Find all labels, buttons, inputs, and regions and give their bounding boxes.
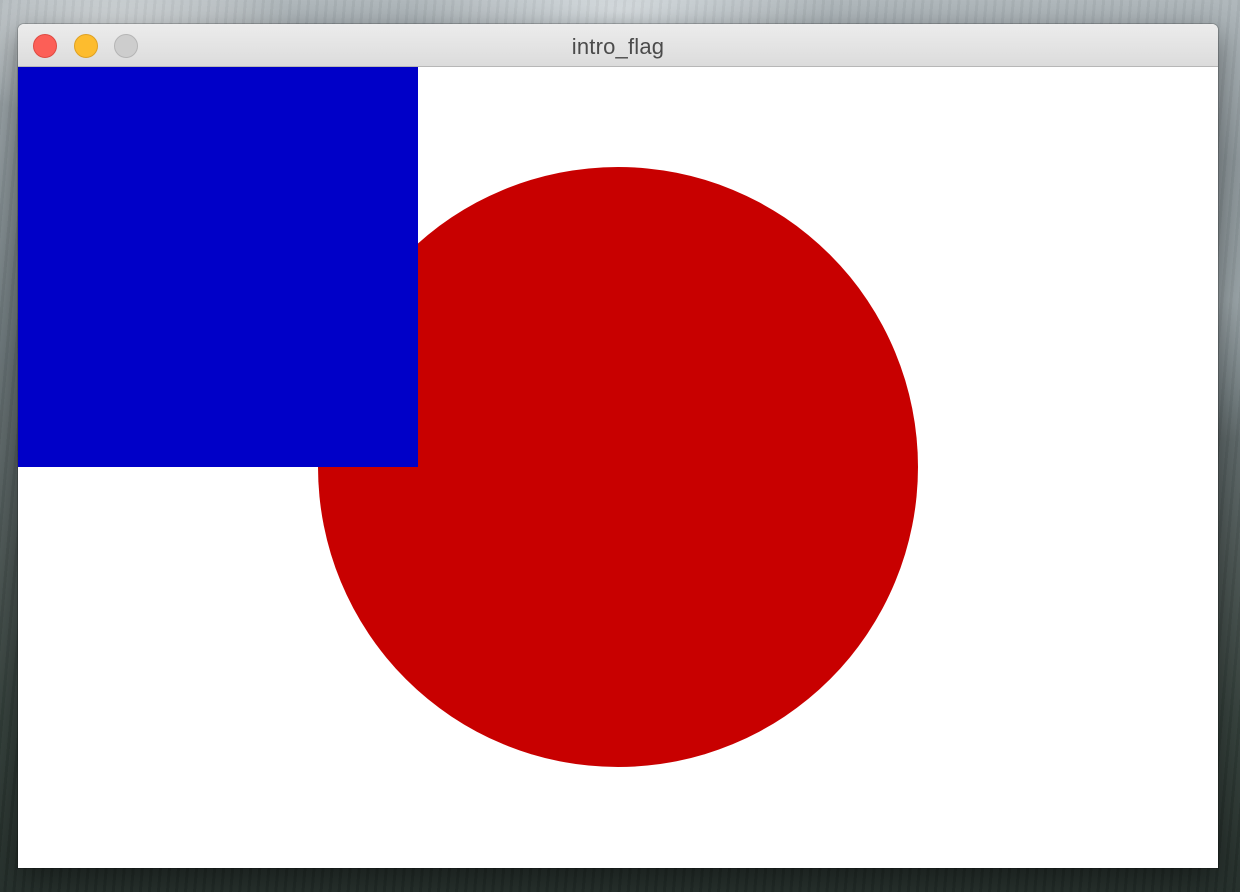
drawing-canvas[interactable] bbox=[18, 67, 1218, 868]
app-window: intro_flag bbox=[18, 24, 1218, 868]
blue-square bbox=[18, 67, 418, 467]
window-title: intro_flag bbox=[571, 34, 665, 59]
title-bar[interactable]: intro_flag bbox=[18, 24, 1218, 67]
